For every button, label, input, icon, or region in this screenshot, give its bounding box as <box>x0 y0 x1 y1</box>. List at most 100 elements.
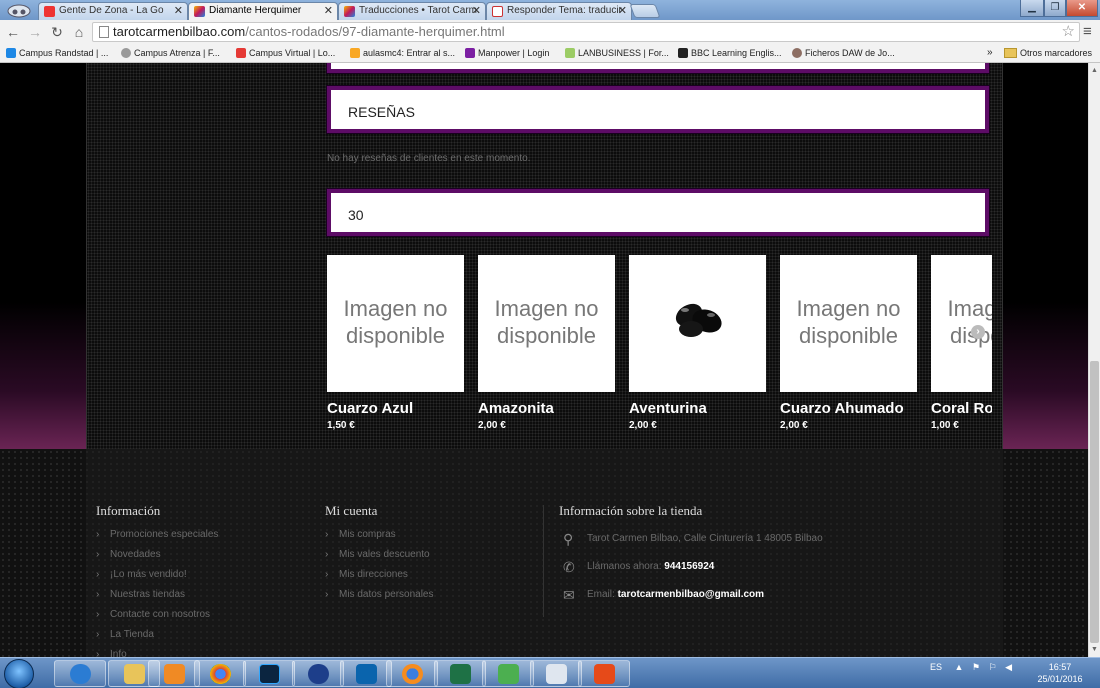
email-link[interactable]: tarotcarmenbilbao@gmail.com <box>618 589 764 600</box>
store-email: ✉ Email: tarotcarmenbilbao@gmail.com <box>559 581 959 609</box>
product-image[interactable]: Imagen no disponible <box>780 255 917 392</box>
close-tab-icon[interactable]: ✕ <box>324 3 333 19</box>
taskbar-media-player[interactable] <box>148 660 200 687</box>
close-tab-icon[interactable]: ✕ <box>618 3 627 19</box>
bookmark-favicon-icon <box>792 48 802 58</box>
taskbar-firefox[interactable] <box>386 660 438 687</box>
bookmark-label: BBC Learning Englis... <box>691 48 782 58</box>
product-name[interactable]: Coral Roj <box>931 400 992 417</box>
close-tab-icon[interactable]: ✕ <box>472 3 481 19</box>
tab-traducciones[interactable]: Traducciones • Tarot Carm ✕ <box>338 2 486 20</box>
footer-link[interactable]: Nuestras tiendas <box>96 585 218 605</box>
footer-link[interactable]: ¡Lo más vendido! <box>96 565 218 585</box>
taskbar-app-tools[interactable] <box>578 660 630 687</box>
close-tab-icon[interactable]: ✕ <box>174 3 183 19</box>
forum-favicon-icon <box>492 6 503 17</box>
product-price: 2,00 € <box>478 420 506 431</box>
product-card[interactable]: Imagen no disponible Coral Roj 1,00 € <box>931 255 992 431</box>
bookmark-star-icon[interactable]: ☆ <box>1062 23 1075 41</box>
minimize-button[interactable]: ▁ <box>1020 0 1044 17</box>
product-image[interactable]: Imagen no disponible <box>478 255 615 392</box>
tab-responder-tema[interactable]: Responder Tema: traducir ✕ <box>486 2 632 20</box>
more-bookmarks-button[interactable]: » <box>987 47 993 58</box>
taskbar-excel[interactable] <box>434 660 486 687</box>
footer-link[interactable]: Mis direcciones <box>325 565 434 585</box>
flag-icon[interactable]: ⚐ <box>989 662 997 672</box>
carousel-next-icon[interactable]: › <box>971 325 985 339</box>
footer-link[interactable]: Mis compras <box>325 525 434 545</box>
footer-account-title: Mi cuenta <box>325 503 378 518</box>
tab-gente-de-zona[interactable]: Gente De Zona - La Go ✕ <box>38 2 188 20</box>
bookmark-item[interactable]: aulasmc4: Entrar al s... <box>350 48 455 58</box>
product-card[interactable]: Imagen no disponible Amazonita 2,00 € <box>478 255 615 431</box>
address-bar[interactable]: tarotcarmenbilbao.com/cantos-rodados/97-… <box>92 22 1080 42</box>
maximize-button[interactable]: ❐ <box>1044 0 1066 17</box>
bookmark-item[interactable]: LANBUSINESS | For... <box>565 48 669 58</box>
taskbar-chrome[interactable] <box>194 660 246 687</box>
network-icon[interactable]: ⚑ <box>972 662 980 672</box>
bookmark-label: Manpower | Login <box>478 48 550 58</box>
product-name[interactable]: Cuarzo Ahumado <box>780 400 917 417</box>
show-hidden-icons-icon[interactable]: ▲ <box>955 662 964 672</box>
taskbar-outlook[interactable] <box>340 660 392 687</box>
taskbar-app[interactable] <box>292 660 344 687</box>
new-tab-button[interactable] <box>629 4 661 18</box>
language-indicator[interactable]: ES <box>930 662 942 672</box>
taskbar-ie[interactable] <box>54 660 106 687</box>
product-carousel: Imagen no disponible Cuarzo Azul 1,50 € … <box>327 63 992 449</box>
product-name[interactable]: Amazonita <box>478 400 615 417</box>
system-clock[interactable]: 16:57 25/01/2016 <box>1030 661 1090 685</box>
footer-link[interactable]: Mis datos personales <box>325 585 434 605</box>
phone-number[interactable]: 944156924 <box>664 561 714 572</box>
no-image-text: Imagen no disponible <box>494 296 599 348</box>
product-name[interactable]: Cuarzo Azul <box>327 400 464 417</box>
site-favicon-icon <box>344 6 355 17</box>
bookmarks-bar: Campus Randstad | ... Campus Atrenza | F… <box>0 44 1100 63</box>
footer-link[interactable]: Contacte con nosotros <box>96 605 218 625</box>
footer-link[interactable]: La Tienda <box>96 625 218 645</box>
bookmark-label: aulasmc4: Entrar al s... <box>363 48 456 58</box>
paint-icon <box>546 664 567 684</box>
product-image[interactable] <box>629 255 766 392</box>
bookmark-favicon-icon <box>121 48 131 58</box>
forward-icon[interactable]: → <box>26 23 44 41</box>
bookmark-item[interactable]: BBC Learning Englis... <box>678 48 782 58</box>
bookmark-item[interactable]: Campus Randstad | ... <box>6 48 108 58</box>
scroll-down-icon[interactable]: ▼ <box>1091 646 1098 653</box>
footer-link[interactable]: Mis vales descuento <box>325 545 434 565</box>
product-image[interactable]: Imagen no disponible <box>327 255 464 392</box>
scroll-up-icon[interactable]: ▲ <box>1091 67 1098 74</box>
other-bookmarks-folder[interactable]: Otros marcadores <box>1004 48 1092 58</box>
address-text: Tarot Carmen Bilbao, Calle Cinturería 1 … <box>587 533 823 544</box>
product-card[interactable]: Aventurina 2,00 € <box>629 255 766 431</box>
map-pin-icon: ⚲ <box>563 531 574 547</box>
bookmark-favicon-icon <box>6 48 16 58</box>
product-name[interactable]: Aventurina <box>629 400 766 417</box>
footer-link[interactable]: Promociones especiales <box>96 525 218 545</box>
excel-icon <box>450 664 471 684</box>
menu-icon[interactable]: ≡ <box>1083 23 1092 40</box>
bookmark-item[interactable]: Campus Virtual | Lo... <box>236 48 335 58</box>
vertical-scrollbar[interactable]: ▲ ▼ <box>1088 63 1100 657</box>
product-card[interactable]: Imagen no disponible Cuarzo Ahumado 2,00… <box>780 255 917 431</box>
tab-label: Diamante Herquimer <box>209 5 302 16</box>
volume-icon[interactable]: ◀ <box>1005 662 1012 672</box>
close-window-button[interactable]: ✕ <box>1066 0 1098 17</box>
back-icon[interactable]: ← <box>4 23 22 41</box>
page-icon <box>99 26 109 38</box>
bookmark-item[interactable]: Ficheros DAW de Jo... <box>792 48 895 58</box>
product-image[interactable]: Imagen no disponible <box>931 255 992 392</box>
bookmark-item[interactable]: Manpower | Login <box>465 48 549 58</box>
start-button[interactable] <box>4 659 34 688</box>
footer-link[interactable]: Novedades <box>96 545 218 565</box>
home-icon[interactable]: ⌂ <box>70 23 88 41</box>
tab-diamante-herquimer[interactable]: Diamante Herquimer ✕ <box>188 2 338 20</box>
taskbar-app-green[interactable] <box>482 660 534 687</box>
product-card[interactable]: Imagen no disponible Cuarzo Azul 1,50 € <box>327 255 464 431</box>
bookmark-item[interactable]: Campus Atrenza | F... <box>121 48 220 58</box>
scroll-thumb[interactable] <box>1090 361 1099 643</box>
taskbar-photoshop[interactable] <box>243 660 295 687</box>
taskbar-paint[interactable] <box>530 660 582 687</box>
no-image-text: Imagen no disponible <box>796 296 901 348</box>
reload-icon[interactable]: ↻ <box>48 23 66 41</box>
